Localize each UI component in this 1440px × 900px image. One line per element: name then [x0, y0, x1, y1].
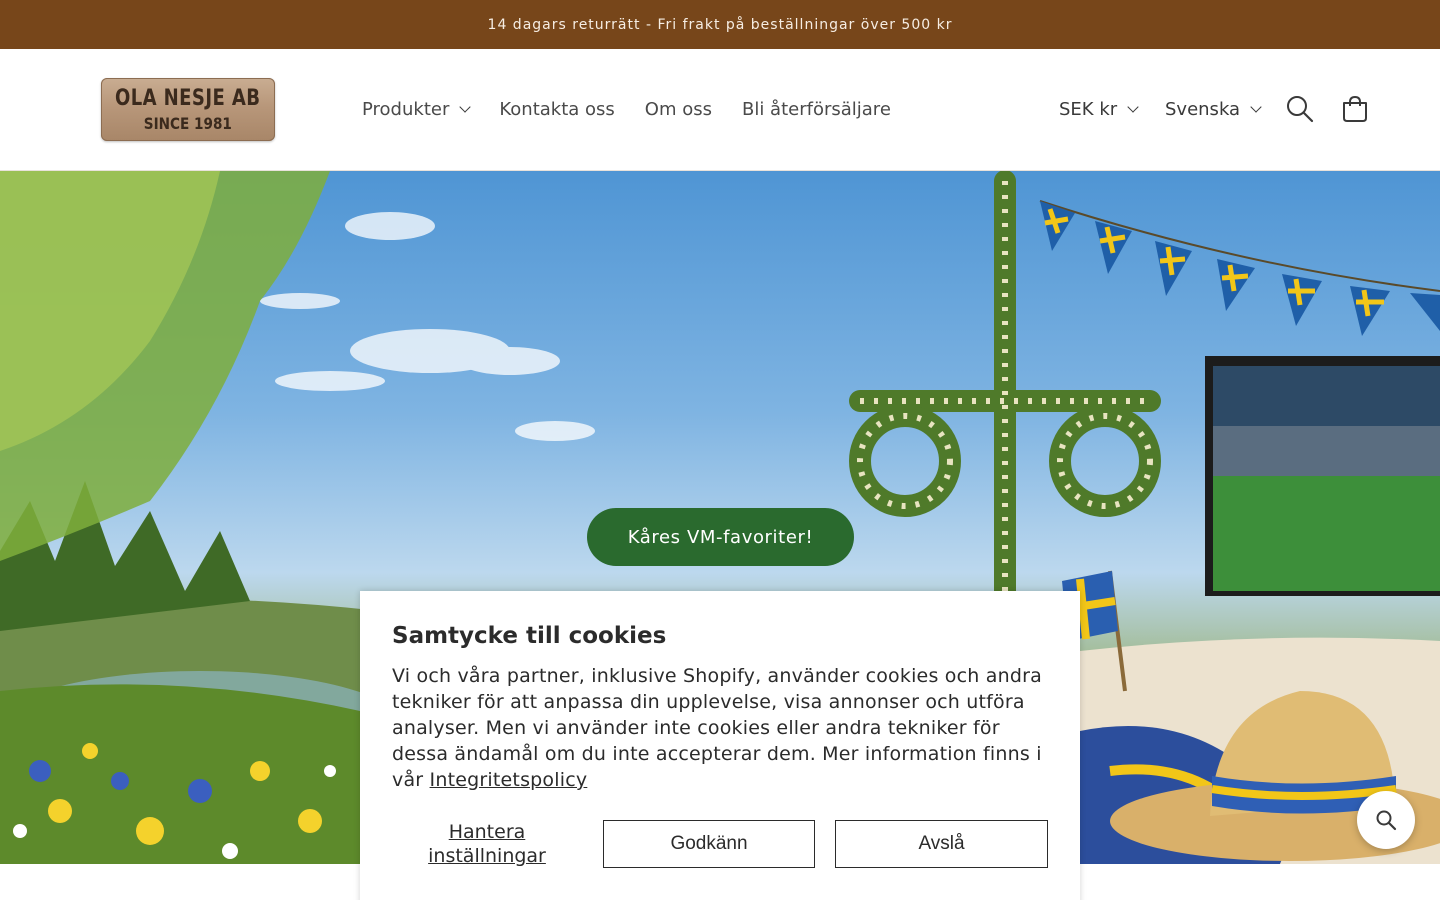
- nav-item-label: Om oss: [644, 99, 712, 120]
- search-icon: [1376, 810, 1397, 831]
- logo-line-2: SINCE 1981: [143, 113, 233, 133]
- hero-cta-button[interactable]: Kåres VM-favoriter!: [587, 508, 854, 566]
- language-label: Svenska: [1165, 99, 1241, 120]
- currency-selector[interactable]: SEK kr: [1059, 49, 1139, 170]
- nav-item-produkter[interactable]: Produkter: [362, 99, 472, 120]
- hero-cta-label: Kåres VM-favoriter!: [627, 526, 814, 548]
- search-button[interactable]: [1284, 93, 1316, 125]
- floating-search-button[interactable]: [1357, 791, 1415, 849]
- nav-item-label: Bli återförsäljare: [741, 99, 891, 120]
- language-selector[interactable]: Svenska: [1165, 49, 1262, 170]
- privacy-policy-link[interactable]: Integritetspolicy: [430, 769, 588, 791]
- nav-item-label: Kontakta oss: [499, 99, 615, 120]
- logo-line-1: OLA NESJE AB: [115, 85, 261, 111]
- decline-cookies-button[interactable]: Avslå: [835, 820, 1048, 868]
- announcement-bar: 14 dagars returrätt - Fri frakt på bestä…: [0, 0, 1440, 49]
- site-header: OLA NESJE AB SINCE 1981 Produkter Kontak…: [0, 49, 1440, 171]
- cart-icon: [1343, 95, 1367, 122]
- announcement-text: 14 dagars returrätt - Fri frakt på bestä…: [487, 16, 953, 33]
- cookie-consent-banner: Samtycke till cookies Vi och våra partne…: [360, 591, 1080, 900]
- cart-button[interactable]: [1339, 93, 1371, 125]
- search-icon: [1287, 96, 1314, 123]
- nav-item-bli-aterforsaljare[interactable]: Bli återförsäljare: [742, 99, 891, 120]
- nav-item-kontakta-oss[interactable]: Kontakta oss: [499, 99, 614, 120]
- chevron-down-icon: [1127, 101, 1139, 113]
- cookie-title: Samtycke till cookies: [392, 623, 667, 649]
- currency-label: SEK kr: [1059, 99, 1118, 120]
- main-nav: Produkter Kontakta oss Om oss Bli återfö…: [362, 49, 921, 170]
- chevron-down-icon: [459, 101, 472, 113]
- cookie-actions: Hantera inställningar Godkänn Avslå: [392, 820, 1048, 868]
- manage-settings-link[interactable]: Hantera inställningar: [392, 820, 582, 868]
- accept-cookies-button[interactable]: Godkänn: [603, 820, 815, 868]
- logo[interactable]: OLA NESJE AB SINCE 1981: [101, 78, 275, 141]
- nav-item-om-oss[interactable]: Om oss: [645, 99, 712, 120]
- nav-item-label: Produkter: [362, 99, 450, 120]
- cookie-description: Vi och våra partner, inklusive Shopify, …: [392, 663, 1048, 793]
- chevron-down-icon: [1250, 101, 1262, 113]
